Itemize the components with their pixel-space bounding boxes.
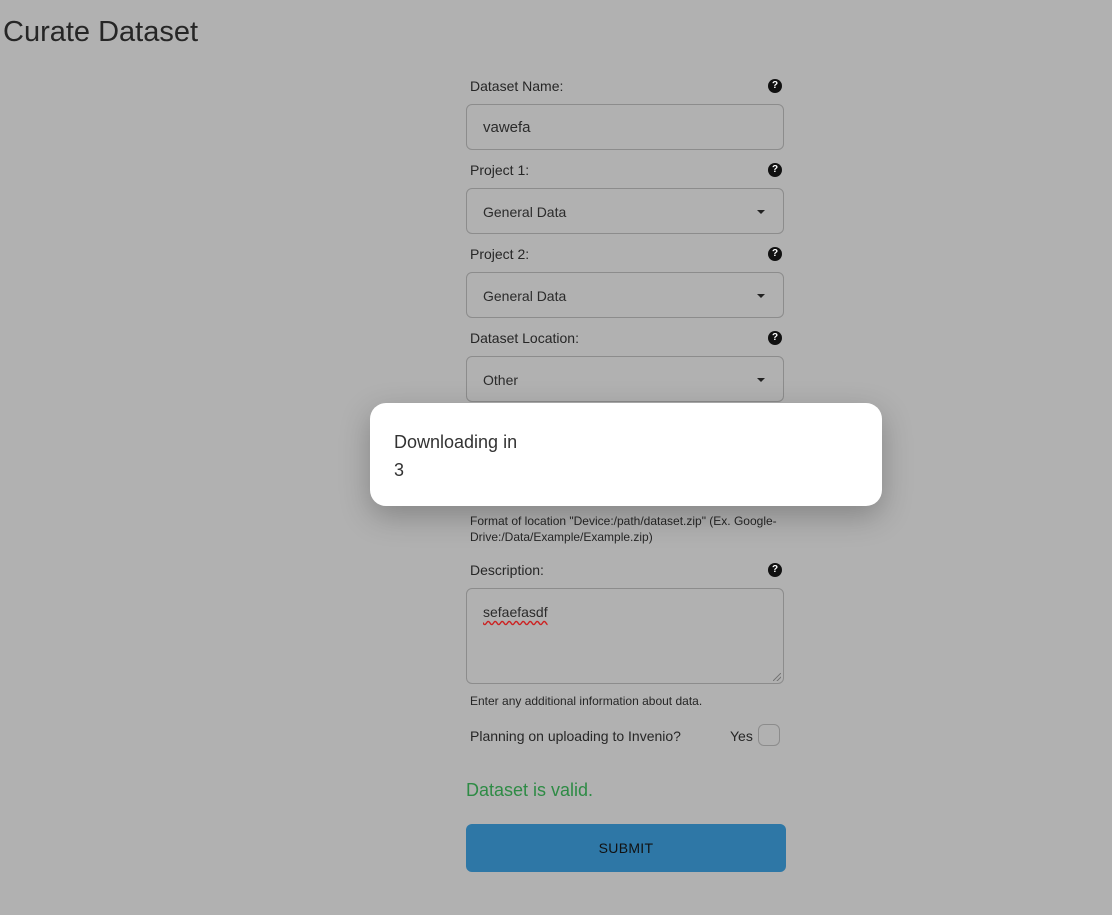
dataset-location-select[interactable]: Other <box>466 356 784 402</box>
invenio-question-label: Planning on uploading to Invenio? <box>470 728 681 744</box>
page-title: Curate Dataset <box>3 16 199 48</box>
caret-down-icon <box>757 210 765 214</box>
question-circle-icon[interactable]: ? <box>768 247 782 261</box>
project1-select[interactable]: General Data <box>466 188 784 234</box>
invenio-yes-label: Yes <box>730 728 753 744</box>
submit-button[interactable]: SUBMIT <box>466 824 786 872</box>
modal-title: Downloading in <box>394 432 518 452</box>
location-format-hint: Format of location "Device:/path/dataset… <box>470 514 777 544</box>
dataset-name-value: vawefa <box>483 119 531 136</box>
dataset-location-value: Other <box>483 372 519 388</box>
question-circle-icon[interactable]: ? <box>768 163 782 177</box>
dataset-name-input[interactable]: vawefa <box>466 104 784 150</box>
caret-down-icon <box>757 378 765 382</box>
dataset-location-label: Dataset Location: <box>470 330 579 346</box>
resize-grip-icon[interactable] <box>773 673 781 681</box>
question-circle-icon[interactable]: ? <box>768 331 782 345</box>
caret-down-icon <box>757 294 765 298</box>
description-value: sefaefasdf <box>483 604 548 620</box>
project2-select[interactable]: General Data <box>466 272 784 318</box>
dataset-name-label: Dataset Name: <box>470 78 564 94</box>
project1-label: Project 1: <box>470 162 530 178</box>
question-circle-icon[interactable]: ? <box>768 79 782 93</box>
question-circle-icon[interactable]: ? <box>768 563 782 577</box>
project1-value: General Data <box>483 204 567 220</box>
invenio-yes-checkbox[interactable] <box>758 724 780 746</box>
project2-value: General Data <box>483 288 567 304</box>
description-label: Description: <box>470 562 544 578</box>
description-textarea[interactable]: sefaefasdf <box>466 588 784 684</box>
validation-status: Dataset is valid. <box>466 780 594 800</box>
countdown-value: 3 <box>394 460 405 480</box>
description-hint: Enter any additional information about d… <box>470 694 703 708</box>
download-countdown-modal: Downloading in 3 <box>370 403 882 506</box>
project2-label: Project 2: <box>470 246 530 262</box>
